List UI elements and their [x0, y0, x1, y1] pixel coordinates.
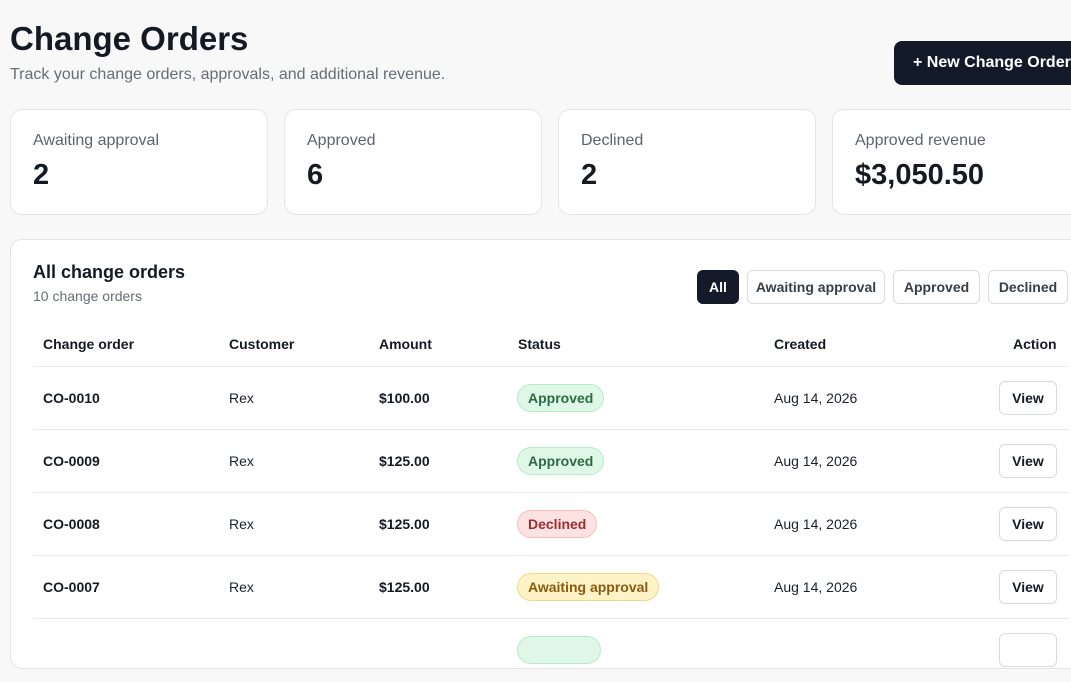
view-button[interactable] — [999, 633, 1057, 667]
change-order-id: CO-0009 — [43, 453, 100, 469]
column-header-change-order: Change order — [43, 336, 135, 352]
stat-value: $3,050.50 — [855, 159, 985, 191]
page-title: Change Orders — [10, 20, 249, 57]
filter-declined[interactable]: Declined — [988, 270, 1068, 304]
column-header-amount: Amount — [379, 336, 432, 352]
table-row — [33, 618, 1069, 682]
stat-label: Approved revenue — [855, 132, 986, 149]
stat-label: Declined — [581, 132, 644, 149]
status-badge: Declined — [517, 510, 598, 538]
status-badge: Approved — [517, 447, 605, 475]
stat-label: Approved — [307, 132, 376, 149]
status-badge: Approved — [517, 384, 605, 412]
table-row: CO-0007 Rex $125.00 Awaiting approval Au… — [33, 555, 1069, 619]
amount: $125.00 — [379, 516, 430, 532]
stat-label: Awaiting approval — [33, 132, 160, 149]
view-button[interactable]: View — [999, 507, 1057, 541]
table-row: CO-0010 Rex $100.00 Approved Aug 14, 202… — [33, 366, 1069, 430]
stat-card-approved: Approved 6 — [284, 109, 542, 215]
created-date: Aug 14, 2026 — [774, 516, 858, 532]
stat-value: 2 — [33, 159, 50, 191]
change-order-count: 10 change orders — [33, 288, 142, 304]
change-orders-panel: All change orders 10 change orders All A… — [10, 239, 1071, 669]
change-order-id: CO-0010 — [43, 390, 100, 406]
page-subtitle: Track your change orders, approvals, and… — [10, 66, 446, 83]
customer-name: Rex — [229, 453, 254, 469]
table-row: CO-0008 Rex $125.00 Declined Aug 14, 202… — [33, 492, 1069, 556]
new-change-order-button[interactable]: + New Change Order — [894, 41, 1071, 85]
amount: $100.00 — [379, 390, 430, 406]
filter-all[interactable]: All — [697, 270, 739, 304]
stat-card-awaiting-approval: Awaiting approval 2 — [10, 109, 268, 215]
table-row: CO-0009 Rex $125.00 Approved Aug 14, 202… — [33, 429, 1069, 493]
panel-title: All change orders — [33, 262, 186, 282]
column-header-customer: Customer — [229, 336, 295, 352]
stat-value: 2 — [581, 159, 598, 191]
customer-name: Rex — [229, 516, 254, 532]
created-date: Aug 14, 2026 — [774, 453, 858, 469]
stat-card-declined: Declined 2 — [558, 109, 816, 215]
view-button[interactable]: View — [999, 444, 1057, 478]
created-date: Aug 14, 2026 — [774, 579, 858, 595]
column-header-created: Created — [774, 336, 827, 352]
customer-name: Rex — [229, 390, 254, 406]
stat-card-approved-revenue: Approved revenue $3,050.50 — [832, 109, 1071, 215]
filter-approved[interactable]: Approved — [893, 270, 980, 304]
column-header-status: Status — [518, 336, 561, 352]
view-button[interactable]: View — [999, 570, 1057, 604]
status-badge: Awaiting approval — [517, 573, 660, 601]
amount: $125.00 — [379, 579, 430, 595]
stat-value: 6 — [307, 159, 324, 191]
customer-name: Rex — [229, 579, 254, 595]
filter-awaiting-approval[interactable]: Awaiting approval — [747, 270, 885, 304]
status-badge — [517, 636, 601, 664]
created-date: Aug 14, 2026 — [774, 390, 858, 406]
amount: $125.00 — [379, 453, 430, 469]
column-header-action: Action — [1013, 336, 1057, 352]
change-order-id: CO-0007 — [43, 579, 100, 595]
view-button[interactable]: View — [999, 381, 1057, 415]
change-order-id: CO-0008 — [43, 516, 100, 532]
